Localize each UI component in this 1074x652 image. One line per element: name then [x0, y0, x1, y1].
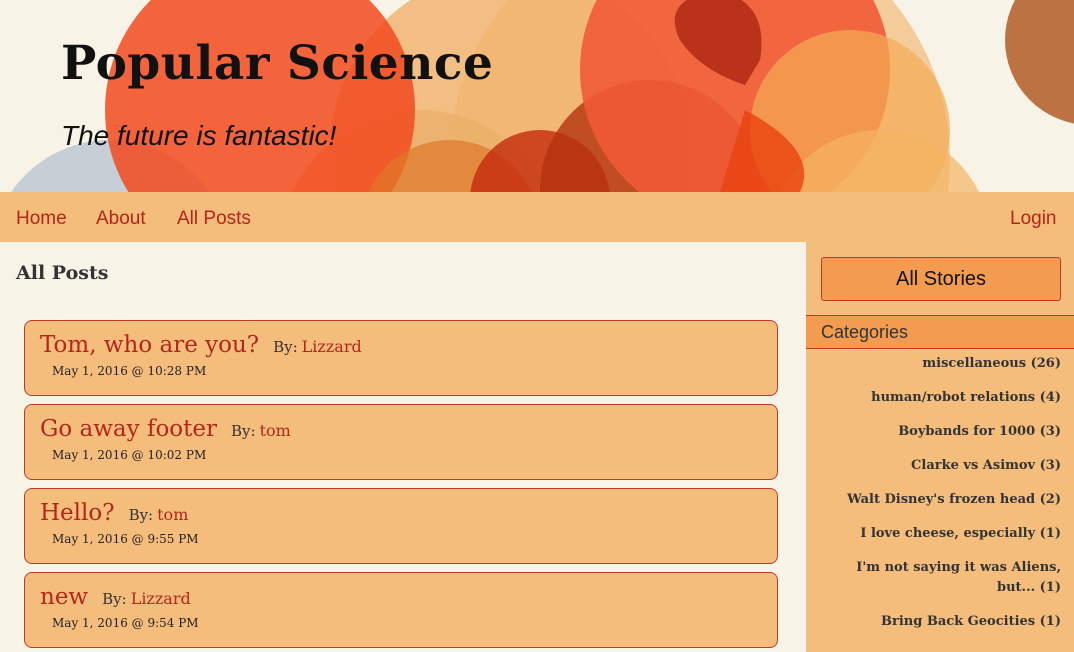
sidebar: All Stories Categories miscellaneous (26… — [806, 242, 1074, 652]
category-link[interactable]: Bring Back Geocities (1) — [821, 612, 1061, 632]
post-author-link[interactable]: Lizzard — [131, 589, 191, 608]
post-date: May 1, 2016 @ 9:55 PM — [52, 532, 199, 546]
nav-login-link[interactable]: Login — [1010, 208, 1057, 230]
post-title-link[interactable]: Go away footer — [40, 416, 217, 442]
category-link[interactable]: I love cheese, especially (1) — [821, 524, 1061, 544]
category-link[interactable]: Walt Disney's frozen head (2) — [821, 490, 1061, 510]
category-link[interactable]: miscellaneous (26) — [821, 354, 1061, 374]
category-link[interactable]: Clarke vs Asimov (3) — [821, 456, 1061, 476]
top-nav: Home About All Posts Login — [0, 192, 1074, 242]
category-link[interactable]: Boybands for 1000 (3) — [821, 422, 1061, 442]
nav-home-link[interactable]: Home — [16, 208, 67, 230]
by-label: By: — [102, 590, 127, 608]
by-label: By: — [273, 338, 298, 356]
post-card: Go away footer By: tom May 1, 2016 @ 10:02… — [24, 404, 778, 480]
category-link[interactable]: human/robot relations (4) — [821, 388, 1061, 408]
post-card: Tom, who are you? By: Lizzard May 1, 2016 … — [24, 320, 778, 396]
main-content: All Posts Tom, who are you? By: Lizzard Ma… — [0, 242, 806, 652]
by-label: By: — [128, 506, 154, 524]
post-title-link[interactable]: Hello? — [40, 500, 115, 526]
header-bubbles-image — [11, 0, 1074, 192]
categories-heading: Categories — [821, 322, 909, 342]
post-title-link[interactable]: Tom, who are you? — [40, 332, 259, 358]
post-date: May 1, 2016 @ 10:28 PM — [52, 364, 207, 378]
post-author-link[interactable]: tom — [157, 505, 188, 524]
site-tagline: The future is fantastic! — [61, 120, 337, 151]
page-title: All Posts — [16, 262, 109, 284]
post-card: new By: Lizzard May 1, 2016 @ 9:54 PM — [24, 572, 778, 648]
site-title[interactable]: Popular Science — [61, 36, 493, 91]
post-date: May 1, 2016 @ 9:54 PM — [52, 616, 199, 630]
all-stories-button[interactable]: All Stories — [821, 257, 1061, 301]
post-title-link[interactable]: new — [40, 584, 88, 610]
categories-header: Categories — [806, 315, 1074, 349]
by-label: By: — [231, 422, 256, 440]
post-author-link[interactable]: tom — [260, 421, 291, 440]
nav-all-posts-link[interactable]: All Posts — [177, 208, 251, 230]
post-date: May 1, 2016 @ 10:02 PM — [52, 448, 207, 462]
site-header: Popular Science The future is fantastic! — [0, 0, 1074, 192]
category-link[interactable]: I'm not saying it was Aliens, but... (1) — [825, 558, 1061, 598]
post-author-link[interactable]: Lizzard — [302, 337, 362, 356]
post-card: Hello? By: tom May 1, 2016 @ 9:55 PM — [24, 488, 778, 564]
nav-about-link[interactable]: About — [96, 208, 146, 230]
